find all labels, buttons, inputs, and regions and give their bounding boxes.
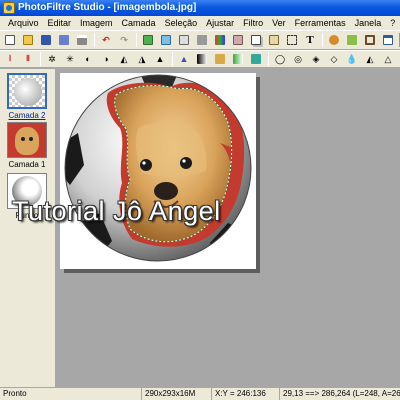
print-icon[interactable] — [75, 33, 89, 47]
redo-icon[interactable]: ↷ — [117, 33, 131, 47]
menu-filtro[interactable]: Filtro — [243, 18, 263, 28]
contrast-down-icon[interactable]: ◑ — [99, 52, 113, 66]
status-state: Pronto — [0, 388, 142, 400]
menu-bar: Arquivo Editar Imagem Camada Seleção Aju… — [0, 16, 400, 30]
layer-text-icon[interactable]: Ⅱ — [21, 52, 35, 66]
brightness-icon[interactable]: ✲ — [45, 52, 59, 66]
automate-icon[interactable] — [345, 33, 359, 47]
menu-ferramentas[interactable]: Ferramentas — [295, 18, 346, 28]
filter-toolbar: Ⅰ Ⅱ ✲ ✳ ◐ ◑ ◭ ◮ ▲ ▲ ◯ ◎ ◈ ◇ 💧 ◭ △ ◬ — [0, 50, 400, 68]
sharp-triangle-icon[interactable]: △ — [381, 52, 395, 66]
menu-arquivo[interactable]: Arquivo — [8, 18, 39, 28]
select-all-icon[interactable] — [285, 33, 299, 47]
layer-new-icon[interactable]: Ⅰ — [3, 52, 17, 66]
menu-help[interactable]: ? — [390, 18, 395, 28]
menu-janela[interactable]: Janela — [355, 18, 382, 28]
layer-name: Camada 1 — [8, 160, 46, 169]
title-bar[interactable]: PhotoFiltre Studio - [imagembola.jpg] — [0, 0, 400, 16]
layer-name: Camada 2 — [8, 111, 46, 120]
canvas-size-icon[interactable] — [159, 33, 173, 47]
workspace — [57, 69, 400, 387]
contrast-icon[interactable]: ◐ — [81, 52, 95, 66]
save-as-icon[interactable] — [57, 33, 71, 47]
drop-icon[interactable]: 💧 — [345, 52, 359, 66]
toolbar-separator — [322, 33, 323, 47]
main-toolbar: ↶ ↷ T Te — [0, 30, 400, 50]
layer-thumbnail — [7, 122, 47, 158]
blur-more-icon[interactable]: ◎ — [291, 52, 305, 66]
levels-icon[interactable]: ▲ — [177, 52, 191, 66]
toolbar-separator — [172, 52, 173, 66]
drop-small-icon[interactable]: ◭ — [363, 52, 377, 66]
paste-icon[interactable] — [267, 33, 281, 47]
color-balance-icon[interactable] — [231, 52, 245, 66]
status-selection: 29,13 ==> 286,264 (L=248, A=262) — [283, 389, 400, 398]
menu-imagem[interactable]: Imagem — [80, 18, 113, 28]
histogram-icon[interactable] — [195, 52, 209, 66]
menu-ver[interactable]: Ver — [272, 18, 286, 28]
text-icon[interactable]: T — [303, 33, 317, 47]
image-canvas[interactable] — [60, 73, 256, 269]
menu-selecao[interactable]: Seleção — [165, 18, 198, 28]
saturation-down-icon[interactable]: ◮ — [135, 52, 149, 66]
new-icon[interactable] — [3, 33, 17, 47]
grayscale-icon[interactable] — [195, 33, 209, 47]
gamma-icon[interactable]: ▲ — [153, 52, 167, 66]
palette-icon[interactable] — [231, 33, 245, 47]
undo-icon[interactable]: ↶ — [99, 33, 113, 47]
toolbar-separator — [136, 33, 137, 47]
brightness-down-icon[interactable]: ✳ — [63, 52, 77, 66]
saturation-icon[interactable]: ◭ — [117, 52, 131, 66]
copy-icon[interactable] — [249, 33, 263, 47]
sharpen-more-icon[interactable]: ◇ — [327, 52, 341, 66]
layers-panel: Camada 2 Camada 1 Fundo — [0, 69, 56, 387]
blur-icon[interactable]: ◯ — [273, 52, 287, 66]
save-icon[interactable] — [39, 33, 53, 47]
menu-ajustar[interactable]: Ajustar — [206, 18, 234, 28]
layer-item-camada-2[interactable]: Camada 2 — [4, 73, 50, 120]
app-icon[interactable] — [3, 2, 15, 14]
layer-thumbnail — [7, 73, 47, 109]
color-icon[interactable] — [213, 33, 227, 47]
frame-icon[interactable] — [363, 33, 377, 47]
window-icon[interactable] — [381, 33, 395, 47]
status-bar: Pronto 290x293x16M X:Y = 246:136 29,13 =… — [0, 387, 400, 400]
curves-icon[interactable] — [213, 52, 227, 66]
toolbar-separator — [94, 33, 95, 47]
status-cursor: X:Y = 246:136 — [212, 388, 280, 400]
toolbar-separator — [40, 52, 41, 66]
watermark-text: Tutorial Jô Angel — [12, 196, 221, 226]
open-icon[interactable] — [21, 33, 35, 47]
crop-icon[interactable] — [177, 33, 191, 47]
image-size-icon[interactable] — [141, 33, 155, 47]
toolbar-separator — [268, 52, 269, 66]
soccer-ball-puppy-image — [64, 74, 252, 262]
window-title: PhotoFiltre Studio - [imagembola.jpg] — [18, 2, 197, 13]
menu-editar[interactable]: Editar — [48, 18, 72, 28]
effects-icon[interactable] — [327, 33, 341, 47]
hue-icon[interactable] — [249, 52, 263, 66]
layer-item-camada-1[interactable]: Camada 1 — [4, 122, 50, 169]
menu-camada[interactable]: Camada — [122, 18, 156, 28]
status-dimensions: 290x293x16M — [142, 388, 212, 400]
sharpen-icon[interactable]: ◈ — [309, 52, 323, 66]
